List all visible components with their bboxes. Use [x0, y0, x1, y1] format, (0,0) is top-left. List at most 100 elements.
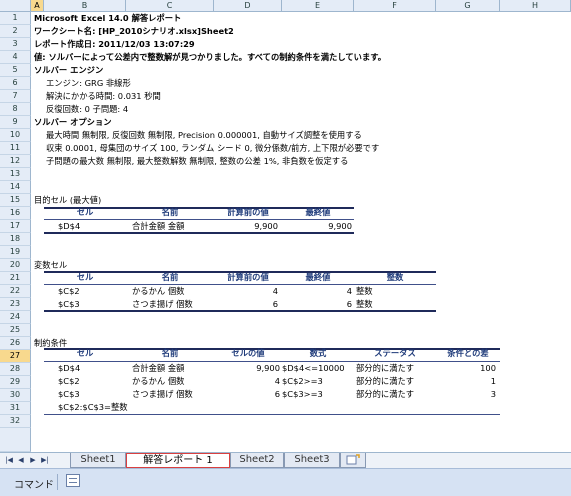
- row-header[interactable]: 14: [0, 181, 31, 194]
- row-header[interactable]: 25: [0, 324, 31, 337]
- constraint-status[interactable]: 部分的に満たす: [356, 362, 414, 375]
- row-header[interactable]: 15: [0, 194, 31, 207]
- solve-time[interactable]: 解決にかかる時間: 0.031 秒間: [46, 90, 161, 103]
- constraint-cell-name[interactable]: 合計金額 金額: [132, 362, 184, 375]
- variables-header-name[interactable]: 名前: [126, 271, 214, 284]
- constraint-integer-note[interactable]: $C$2:$C$3=整数: [58, 401, 128, 414]
- row-header[interactable]: 26: [0, 337, 31, 350]
- row-header[interactable]: 28: [0, 363, 31, 376]
- row-header[interactable]: 13: [0, 168, 31, 181]
- insert-sheet-icon[interactable]: [340, 453, 366, 468]
- tab-sheet1[interactable]: Sheet1: [70, 453, 126, 468]
- constraint-slack[interactable]: 100: [436, 362, 496, 375]
- tab-sheet3[interactable]: Sheet3: [284, 453, 340, 468]
- column-header-b[interactable]: B: [44, 0, 126, 12]
- constraint-slack[interactable]: 1: [436, 375, 496, 388]
- iterations[interactable]: 反復回数: 0 子問題: 4: [46, 103, 128, 116]
- constraint-status[interactable]: 部分的に満たす: [356, 388, 414, 401]
- engine-heading[interactable]: ソルバー エンジン: [34, 64, 103, 77]
- column-header-f[interactable]: F: [354, 0, 436, 12]
- options-line-3[interactable]: 子問題の最大数 無制限, 最大整数解数 無制限, 整数の公差 1%, 非負数を仮…: [46, 155, 348, 168]
- column-header-a[interactable]: A: [31, 0, 44, 12]
- column-header-h[interactable]: H: [500, 0, 571, 12]
- options-line-2[interactable]: 収束 0.0001, 母集団のサイズ 100, ランダム シード 0, 微分係数…: [46, 142, 379, 155]
- constraint-cell-ref[interactable]: $C$3: [58, 388, 80, 401]
- row-header[interactable]: 20: [0, 259, 31, 272]
- objective-header-cell[interactable]: セル: [44, 206, 126, 219]
- row-header[interactable]: 4: [0, 51, 31, 64]
- constraint-formula[interactable]: $C$3>=3: [282, 388, 323, 401]
- row-header[interactable]: 18: [0, 233, 31, 246]
- result-message[interactable]: 値: ソルバーによって公差内で整数解が見つかりました。すべての制約条件を満たして…: [34, 51, 386, 64]
- constraint-status[interactable]: 部分的に満たす: [356, 375, 414, 388]
- column-header-d[interactable]: D: [214, 0, 282, 12]
- constraint-cell-value[interactable]: 9,900: [214, 362, 280, 375]
- row-header[interactable]: 11: [0, 142, 31, 155]
- row-header[interactable]: 16: [0, 207, 31, 220]
- tab-sheet2[interactable]: Sheet2: [230, 453, 284, 468]
- constraints-header-status[interactable]: ステータス: [354, 347, 436, 360]
- select-all-corner[interactable]: [0, 0, 31, 12]
- objective-header-original[interactable]: 計算前の値: [214, 206, 282, 219]
- row-header[interactable]: 2: [0, 25, 31, 38]
- constraints-header-name[interactable]: 名前: [126, 347, 214, 360]
- constraints-header-slack[interactable]: 条件との差: [436, 347, 500, 360]
- row-header[interactable]: 12: [0, 155, 31, 168]
- column-header-g[interactable]: G: [436, 0, 500, 12]
- column-header-c[interactable]: C: [126, 0, 214, 12]
- column-header-e[interactable]: E: [282, 0, 354, 12]
- variables-header-cell[interactable]: セル: [44, 271, 126, 284]
- constraint-cell-ref[interactable]: $C$2: [58, 375, 80, 388]
- options-heading[interactable]: ソルバー オプション: [34, 116, 112, 129]
- constraints-header-formula[interactable]: 数式: [282, 347, 354, 360]
- row-header-selected[interactable]: 27: [0, 350, 31, 363]
- row-header[interactable]: 21: [0, 272, 31, 285]
- variable-cell-name[interactable]: かるかん 個数: [132, 285, 184, 298]
- row-header[interactable]: 29: [0, 376, 31, 389]
- row-header[interactable]: 32: [0, 415, 31, 428]
- row-header[interactable]: 9: [0, 116, 31, 129]
- row-header[interactable]: 10: [0, 129, 31, 142]
- variable-cell-ref[interactable]: $C$2: [58, 285, 80, 298]
- variables-header-original[interactable]: 計算前の値: [214, 271, 282, 284]
- constraint-cell-name[interactable]: かるかん 個数: [132, 375, 184, 388]
- row-header[interactable]: 7: [0, 90, 31, 103]
- row-header[interactable]: 1: [0, 12, 31, 25]
- row-header[interactable]: 8: [0, 103, 31, 116]
- constraints-header-cell[interactable]: セル: [44, 347, 126, 360]
- objective-header-final[interactable]: 最終値: [282, 206, 354, 219]
- variables-header-final[interactable]: 最終値: [282, 271, 354, 284]
- tab-solver-report[interactable]: 解答レポート 1: [126, 453, 230, 468]
- variables-header-integer[interactable]: 整数: [354, 271, 436, 284]
- row-header[interactable]: 3: [0, 38, 31, 51]
- last-sheet-icon[interactable]: ▶|: [40, 455, 50, 466]
- worksheet-grid[interactable]: A B C D E F G H 1 2 3 4 5 6 7 8 9 10 11 …: [0, 0, 571, 452]
- row-header[interactable]: 5: [0, 64, 31, 77]
- constraint-formula[interactable]: $C$2>=3: [282, 375, 323, 388]
- row-header[interactable]: 19: [0, 246, 31, 259]
- next-sheet-icon[interactable]: ▶: [28, 455, 38, 466]
- row-header[interactable]: 23: [0, 298, 31, 311]
- row-header[interactable]: 24: [0, 311, 31, 324]
- objective-header-name[interactable]: 名前: [126, 206, 214, 219]
- row-header[interactable]: 31: [0, 402, 31, 415]
- constraint-formula[interactable]: $D$4<=10000: [282, 362, 345, 375]
- constraint-cell-value[interactable]: 6: [214, 388, 280, 401]
- options-line-1[interactable]: 最大時間 無制限, 反復回数 無制限, Precision 0.000001, …: [46, 129, 362, 142]
- constraint-cell-name[interactable]: さつま揚げ 個数: [132, 388, 193, 401]
- report-title[interactable]: Microsoft Excel 14.0 解答レポート: [34, 12, 181, 25]
- constraints-header-value[interactable]: セルの値: [214, 347, 282, 360]
- constraint-slack[interactable]: 3: [436, 388, 496, 401]
- worksheet-name[interactable]: ワークシート名: [HP_2010シナリオ.xlsx]Sheet2: [34, 25, 234, 38]
- row-header[interactable]: 6: [0, 77, 31, 90]
- report-date[interactable]: レポート作成日: 2011/12/03 13:07:29: [34, 38, 195, 51]
- macro-record-icon[interactable]: [66, 474, 80, 487]
- row-header[interactable]: 17: [0, 220, 31, 233]
- constraint-cell-value[interactable]: 4: [214, 375, 280, 388]
- variable-original-value[interactable]: 4: [214, 285, 278, 298]
- engine-type[interactable]: エンジン: GRG 非線形: [46, 77, 131, 90]
- row-header[interactable]: 22: [0, 285, 31, 298]
- constraint-cell-ref[interactable]: $D$4: [58, 362, 80, 375]
- variable-integer[interactable]: 整数: [356, 285, 373, 298]
- row-header[interactable]: 30: [0, 389, 31, 402]
